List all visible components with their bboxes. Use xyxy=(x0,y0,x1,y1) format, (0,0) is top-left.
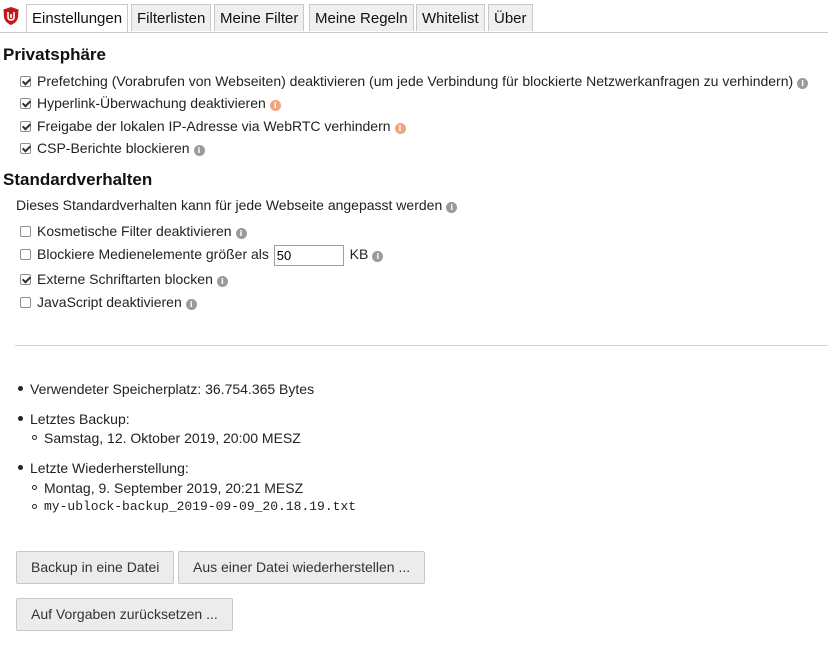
setting-label: Freigabe der lokalen IP-Adresse via WebR… xyxy=(37,118,391,134)
setting-label: CSP-Berichte blockieren xyxy=(37,140,190,156)
last-restore-date: Montag, 9. September 2019, 20:21 MESZ xyxy=(44,480,304,496)
tab-meine-filter[interactable]: Meine Filter xyxy=(214,4,305,31)
info-icon[interactable]: i xyxy=(372,251,384,262)
checkbox[interactable] xyxy=(20,98,31,109)
checkbox[interactable] xyxy=(20,274,31,285)
last-restore-file: my-ublock-backup_2019-09-09_20.18.19.txt xyxy=(44,499,357,514)
sub-bullet xyxy=(32,435,37,440)
warning-info-icon[interactable]: i xyxy=(394,123,406,134)
bullet xyxy=(18,416,23,421)
media-size-input[interactable] xyxy=(273,244,344,266)
sub-bullet xyxy=(32,485,37,490)
setting-label: Prefetching (Vorabrufen von Webseiten) d… xyxy=(37,73,794,89)
tab-bar: Einstellungen Filterlisten Meine Filter … xyxy=(0,0,828,33)
last-backup-label: Letztes Backup: xyxy=(30,411,130,427)
setting-label: Kosmetische Filter deaktivieren xyxy=(37,223,232,239)
info-icon[interactable]: i xyxy=(216,276,228,287)
ublock-shield-icon xyxy=(3,7,19,25)
info-icon[interactable]: i xyxy=(193,145,205,156)
tab-filterlisten[interactable]: Filterlisten xyxy=(131,4,212,31)
checkbox[interactable] xyxy=(20,297,31,308)
storage-used: Verwendeter Speicherplatz: 36.754.365 By… xyxy=(30,381,315,397)
info-icon[interactable]: i xyxy=(185,299,197,310)
setting-label: JavaScript deaktivieren xyxy=(37,294,182,310)
setting-javascript[interactable]: JavaScript deaktivieren i xyxy=(20,292,197,312)
privacy-heading: Privatsphäre xyxy=(3,45,106,64)
checkbox[interactable] xyxy=(20,249,31,260)
setting-cosmetic-filters[interactable]: Kosmetische Filter deaktivieren i xyxy=(20,221,247,241)
description-text: Dieses Standardverhalten kann für jede W… xyxy=(16,197,443,213)
setting-hyperlink-auditing[interactable]: Hyperlink-Überwachung deaktivieren i xyxy=(20,93,281,113)
divider xyxy=(15,345,828,346)
info-icon[interactable]: i xyxy=(235,228,247,239)
defaults-heading: Standardverhalten xyxy=(3,170,153,189)
info-icon[interactable]: i xyxy=(446,202,458,213)
setting-prefetching[interactable]: Prefetching (Vorabrufen von Webseiten) d… xyxy=(20,71,809,91)
tab-ueber[interactable]: Über xyxy=(488,4,533,31)
setting-media-size[interactable]: Blockiere Medienelemente größer als KBi xyxy=(20,244,384,266)
unit-label: KB xyxy=(349,246,369,262)
sub-bullet xyxy=(32,504,37,509)
checkbox[interactable] xyxy=(20,143,31,154)
tab-whitelist[interactable]: Whitelist xyxy=(416,4,485,31)
bullet xyxy=(18,386,23,391)
setting-label: Blockiere Medienelemente größer als xyxy=(37,246,269,262)
checkbox[interactable] xyxy=(20,226,31,237)
restore-button[interactable]: Aus einer Datei wiederherstellen ... xyxy=(178,551,426,584)
tab-einstellungen[interactable]: Einstellungen xyxy=(26,4,129,32)
last-restore-label: Letzte Wiederherstellung: xyxy=(30,460,189,476)
warning-info-icon[interactable]: i xyxy=(269,100,281,111)
defaults-description: Dieses Standardverhalten kann für jede W… xyxy=(16,195,458,215)
last-backup-date: Samstag, 12. Oktober 2019, 20:00 MESZ xyxy=(44,430,301,446)
setting-label: Externe Schriftarten blocken xyxy=(37,271,213,287)
bullet xyxy=(18,465,23,470)
setting-webrtc[interactable]: Freigabe der lokalen IP-Adresse via WebR… xyxy=(20,116,406,136)
checkbox[interactable] xyxy=(20,76,31,87)
setting-remote-fonts[interactable]: Externe Schriftarten blocken i xyxy=(20,269,228,289)
backup-button[interactable]: Backup in eine Datei xyxy=(16,551,175,584)
reset-defaults-button[interactable]: Auf Vorgaben zurücksetzen ... xyxy=(16,598,233,631)
setting-label: Hyperlink-Überwachung deaktivieren xyxy=(37,95,266,111)
setting-csp-reports[interactable]: CSP-Berichte blockieren i xyxy=(20,138,205,158)
checkbox[interactable] xyxy=(20,121,31,132)
tab-meine-regeln[interactable]: Meine Regeln xyxy=(309,4,414,31)
info-icon[interactable]: i xyxy=(797,78,809,89)
